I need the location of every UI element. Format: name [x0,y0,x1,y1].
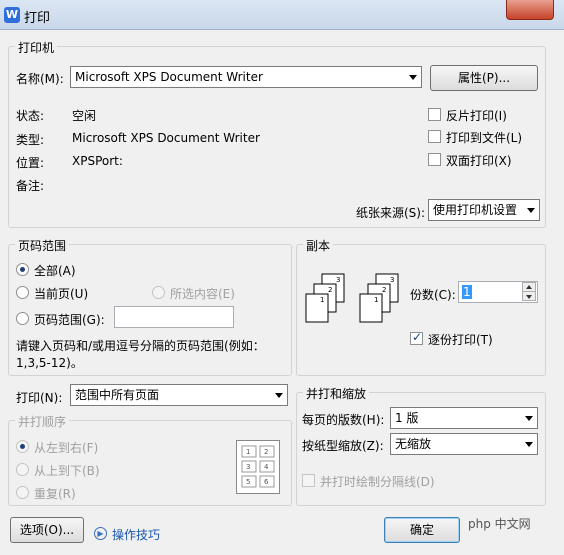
svg-text:2: 2 [382,286,386,294]
duplex-label[interactable]: 双面打印(X) [446,152,512,169]
order-preview-icon: 1 2 3 4 5 6 [236,440,280,494]
scale-select[interactable]: 无缩放 [390,433,538,455]
svg-text:3: 3 [336,276,340,284]
paper-source-select[interactable]: 使用打印机设置 [428,199,540,221]
location-label: 位置: [16,156,45,170]
status-value: 空闲 [72,109,97,123]
paper-source-label: 纸张来源(S): [356,206,426,220]
page-range-hint-1: 请键入页码和/或用逗号分隔的页码范围(例如： [16,339,265,353]
printer-group-title: 打印机 [15,39,58,56]
order-ltr-label[interactable]: 从左到右(F) [34,439,98,456]
title-bar: W 打印 [0,0,564,30]
svg-text:3: 3 [246,463,250,471]
paper-source-value: 使用打印机设置 [433,203,518,217]
print-to-file-checkbox[interactable] [428,130,441,143]
chevron-down-icon [275,393,283,398]
range-current-label[interactable]: 当前页(U) [34,285,88,302]
printer-name-value: Microsoft XPS Document Writer [75,70,263,84]
range-all-label[interactable]: 全部(A) [34,262,76,279]
duplex-checkbox[interactable] [428,153,441,166]
zoom-group-title: 并打和缩放 [303,385,370,402]
print-what-label: 打印(N): [16,391,63,405]
scale-label: 按纸型缩放(Z): [302,439,384,453]
order-ltr-radio[interactable] [16,440,29,453]
type-value: Microsoft XPS Document Writer [72,131,260,145]
range-all-radio[interactable] [16,263,29,276]
range-current-radio[interactable] [16,286,29,299]
collate-label[interactable]: 逐份打印(T) [428,331,493,348]
collate-checkbox[interactable] [410,330,423,345]
svg-text:4: 4 [264,463,269,471]
print-to-file-label[interactable]: 打印到文件(L) [446,129,522,146]
page-range-input[interactable] [114,306,234,328]
order-ttb-label[interactable]: 从上到下(B) [34,462,100,479]
type-label: 类型: [16,133,45,147]
printer-name-select[interactable]: Microsoft XPS Document Writer [70,66,422,88]
range-pages-radio[interactable] [16,312,29,325]
svg-text:6: 6 [264,478,269,486]
wps-app-icon: W [4,7,20,23]
draw-borders-label[interactable]: 并打时绘制分隔线(D) [320,473,435,490]
pages-per-sheet-select[interactable]: 1 版 [390,407,538,429]
window-title: 打印 [24,11,51,26]
svg-text:1: 1 [374,296,378,304]
chevron-down-icon [409,75,417,80]
scale-value: 无缩放 [395,437,432,451]
watermark-text: php 中文网 [468,517,531,531]
options-button[interactable]: 选项(O)... [10,517,84,543]
properties-button[interactable]: 属性(P)... [430,65,538,91]
order-repeat-radio[interactable] [16,486,29,499]
status-label: 状态: [16,109,45,123]
copies-group-title: 副本 [303,237,334,254]
chevron-down-icon [525,416,533,421]
copies-count-value: 1 [462,285,472,299]
close-button[interactable] [506,0,554,20]
copies-spin-down[interactable] [522,291,536,301]
order-group-title: 并打顺序 [15,413,70,430]
svg-text:2: 2 [264,448,268,456]
range-selection-label[interactable]: 所选内容(E) [170,285,235,302]
print-what-select[interactable]: 范围中所有页面 [70,384,288,406]
svg-text:3: 3 [390,276,394,284]
tips-link[interactable]: 操作技巧 [112,526,160,543]
order-repeat-label[interactable]: 重复(R) [34,485,76,502]
print-what-value: 范围中所有页面 [75,388,160,402]
pages-per-sheet-label: 每页的版数(H): [302,413,385,427]
svg-text:1: 1 [246,448,250,456]
collate-preview-icon: 321 321 [305,273,399,323]
range-selection-radio[interactable] [152,286,165,299]
svg-text:1: 1 [320,296,324,304]
page-range-hint-2: 1,3,5-12)。 [16,356,83,370]
draw-borders-checkbox[interactable] [302,474,315,487]
range-pages-label[interactable]: 页码范围(G): [34,311,105,328]
svg-text:2: 2 [328,286,332,294]
location-value: XPSPort: [72,154,123,168]
reverse-print-checkbox[interactable] [428,108,441,121]
printer-name-label: 名称(M): [16,72,64,86]
copies-count-label: 份数(C): [410,288,456,302]
svg-text:5: 5 [246,478,250,486]
comment-label: 备注: [16,179,45,193]
reverse-print-label[interactable]: 反片打印(I) [446,107,507,124]
chevron-down-icon [525,442,533,447]
ok-button[interactable]: 确定 [384,517,460,543]
info-icon: ▶ [94,527,107,540]
pages-per-sheet-value: 1 版 [395,411,419,425]
page-range-group-title: 页码范围 [15,237,70,254]
order-ttb-radio[interactable] [16,463,29,476]
chevron-down-icon [527,208,535,213]
